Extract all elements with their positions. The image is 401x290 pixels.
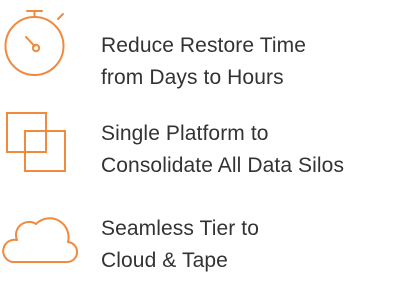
feature-line-1: Single Platform to — [101, 122, 269, 145]
feature-line-2: Cloud & Tape — [101, 249, 228, 272]
feature-text: Reduce Restore Time from Days to Hours — [101, 30, 306, 94]
feature-line-2: Consolidate All Data Silos — [101, 154, 345, 177]
feature-line-2: from Days to Hours — [101, 66, 284, 89]
feature-line-1: Reduce Restore Time — [101, 34, 306, 57]
overlapping-squares-icon — [6, 112, 66, 172]
feature-cloud-tape: Seamless Tier to Cloud & Tape — [0, 200, 401, 290]
cloud-icon — [2, 217, 78, 264]
feature-line-1: Seamless Tier to — [101, 217, 259, 240]
feature-restore-time: Reduce Restore Time from Days to Hours — [0, 0, 401, 100]
feature-single-platform: Single Platform to Consolidate All Data … — [0, 105, 401, 195]
stopwatch-icon — [4, 10, 65, 76]
feature-text: Seamless Tier to Cloud & Tape — [101, 213, 259, 277]
feature-text: Single Platform to Consolidate All Data … — [101, 118, 344, 182]
feature-list: Reduce Restore Time from Days to Hours S… — [0, 0, 401, 290]
